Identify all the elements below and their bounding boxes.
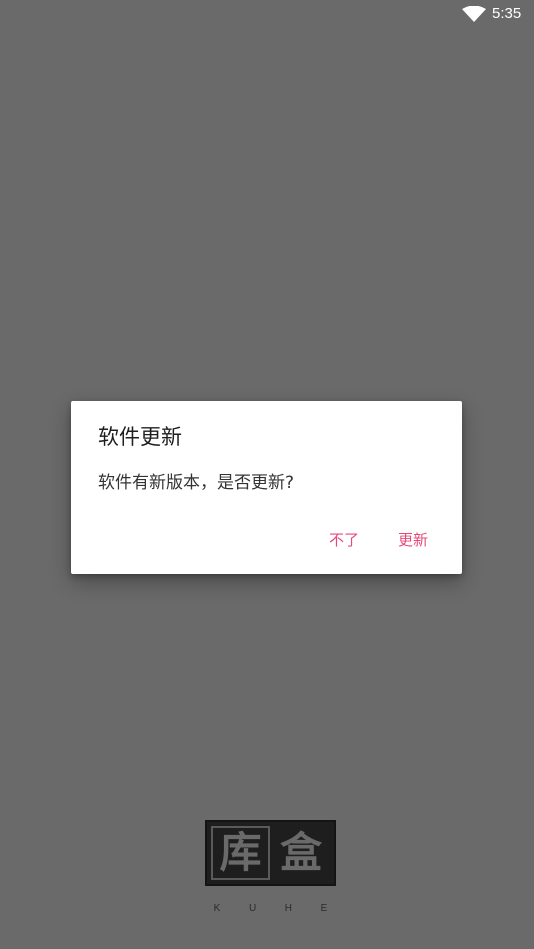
logo-letter: U [249, 903, 257, 914]
logo-char-left: 库 [211, 826, 270, 880]
update-dialog: 软件更新 软件有新版本，是否更新? 不了 更新 [71, 401, 462, 574]
status-time: 5:35 [492, 5, 522, 22]
logo-letter: E [320, 903, 328, 914]
cancel-button[interactable]: 不了 [326, 525, 362, 555]
logo-char-right: 盒 [279, 828, 322, 877]
update-button[interactable]: 更新 [395, 525, 431, 555]
logo-letter: H [284, 903, 292, 914]
logo-letter: K [213, 903, 221, 914]
logo-subtitle: K U H E [205, 903, 336, 915]
status-bar: 5:35 [0, 0, 534, 28]
kuhe-logo: 库 盒 [205, 820, 336, 886]
wifi-icon [462, 6, 486, 22]
dialog-message: 软件有新版本，是否更新? [98, 473, 295, 493]
dialog-title: 软件更新 [98, 425, 182, 449]
